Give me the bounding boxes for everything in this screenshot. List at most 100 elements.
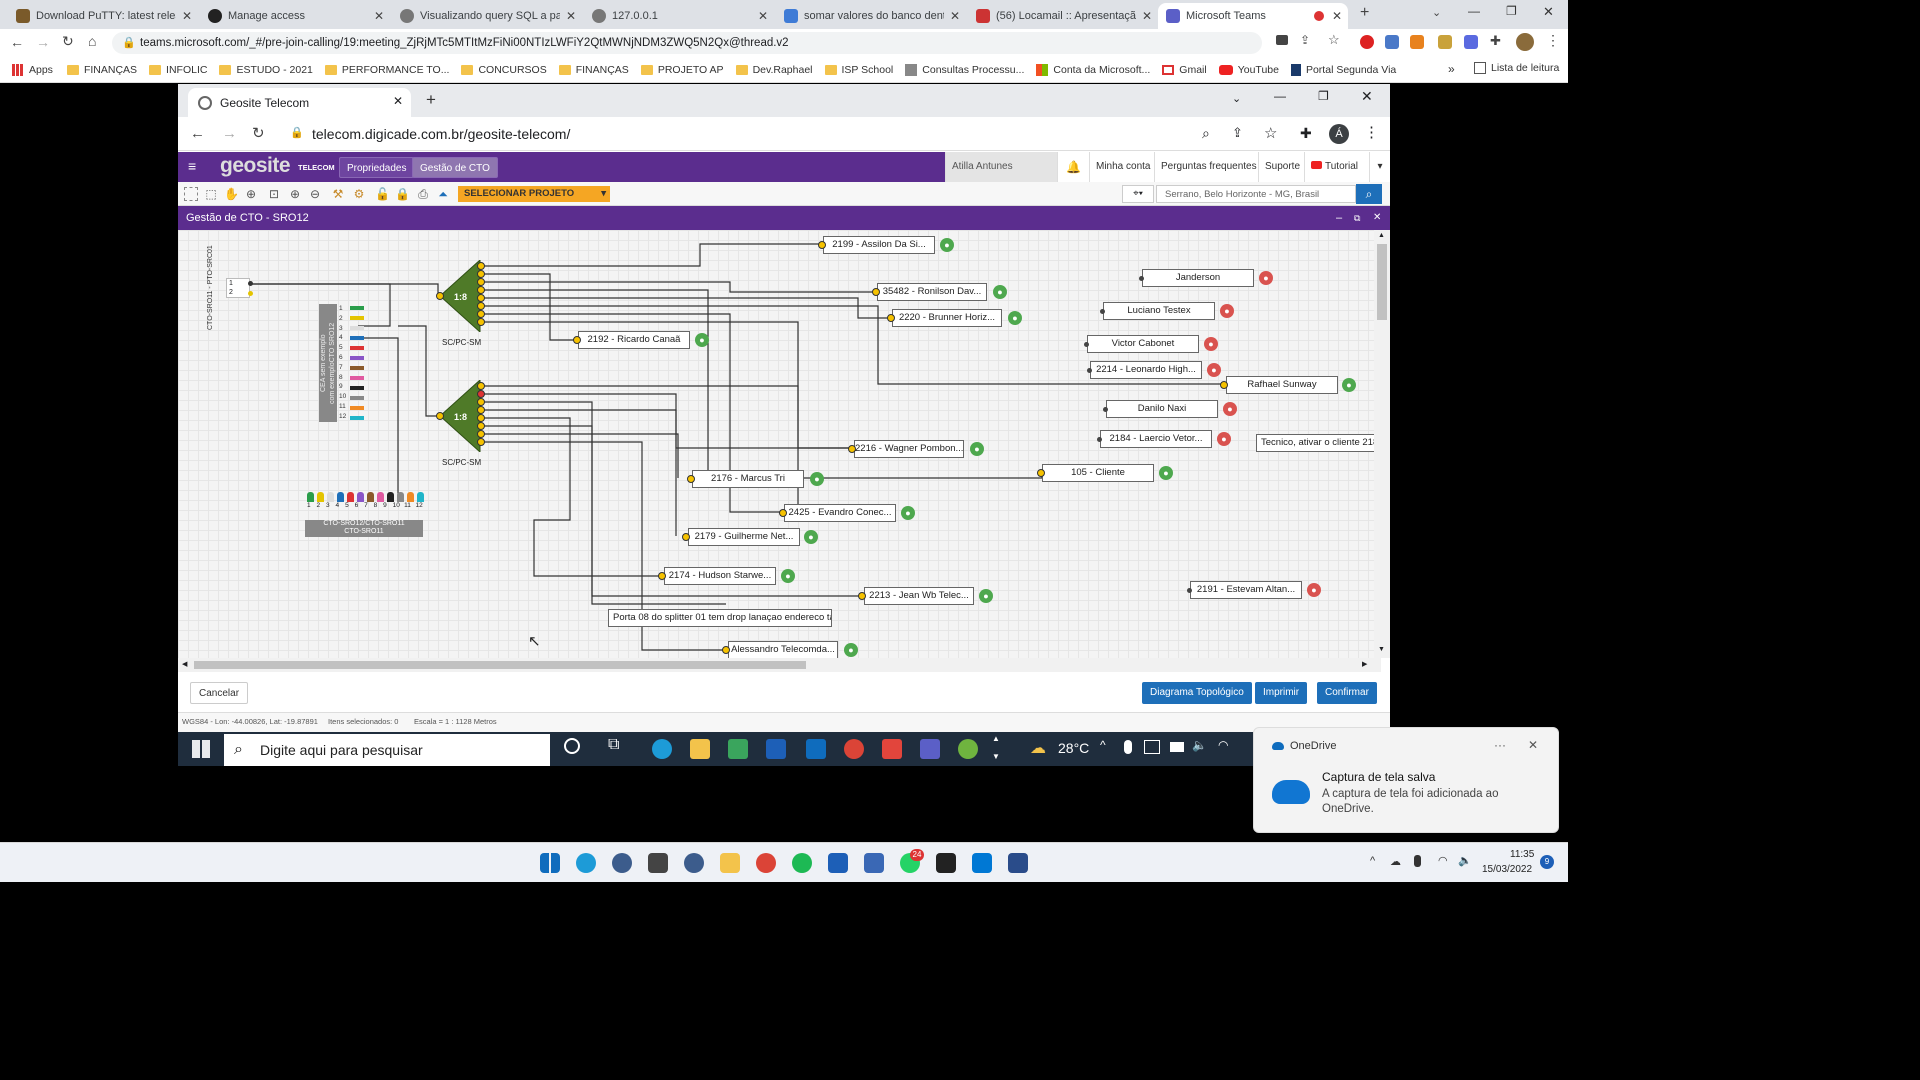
bookmark-folder[interactable]: CONCURSOS [461,64,547,76]
cortana-icon[interactable] [564,738,580,754]
minimize-icon[interactable]: — [1468,4,1480,18]
home-icon[interactable]: ⌂ [88,33,96,49]
outer-tab-teams[interactable]: Microsoft Teams ✕ [1158,3,1348,29]
client-node[interactable]: 2425 - Evandro Conec... [784,504,896,522]
client-port[interactable] [687,475,695,483]
restore-icon[interactable]: ❐ [1318,89,1329,103]
client-node[interactable]: 35482 - Ronilson Dav... [877,283,987,301]
client-port[interactable] [722,646,730,654]
bookmark-folder[interactable]: Dev.Raphael [735,64,813,76]
client-node[interactable]: 2192 - Ricardo Canaã [578,331,690,349]
user-name[interactable]: Atilla Antunes Machado [945,152,1057,202]
terminal-icon[interactable] [936,853,956,873]
remote-desktop-icon[interactable] [864,853,884,873]
select-project-dropdown[interactable]: SELECIONAR PROJETO ▾ [458,186,610,202]
bookmark-folder[interactable]: FINANÇAS [66,64,137,76]
bookmark-folder[interactable]: ISP School [824,64,893,76]
client-port[interactable] [1187,588,1192,593]
scroll-right-icon[interactable]: ▶ [1362,660,1367,668]
comment-note[interactable]: Tecnico, ativar o cliente 2185 [1256,434,1376,452]
volume-icon[interactable]: 🔈 [1192,738,1207,752]
client-port[interactable] [1103,407,1108,412]
app-icon[interactable] [684,853,704,873]
splitter-port[interactable] [477,270,485,278]
camera-icon[interactable] [1276,35,1288,45]
more-icon[interactable]: ··· [1494,738,1506,752]
splitter-port[interactable] [477,262,485,270]
chrome-icon[interactable] [756,853,776,873]
client-port[interactable] [1097,437,1102,442]
scroll-down-icon[interactable]: ▼ [992,752,1000,761]
splitter-port[interactable] [477,422,485,430]
horizontal-scrollbar[interactable]: ◀ ▶ [178,658,1381,672]
client-port[interactable] [1084,342,1089,347]
onedrive-toast[interactable]: OneDrive ··· ✕ Captura de tela salva A c… [1253,727,1559,833]
more-bookmarks-icon[interactable]: » [1448,62,1455,76]
client-node[interactable]: 2176 - Marcus Tri [692,470,804,488]
close-icon[interactable]: ✕ [1332,9,1342,23]
app-icon[interactable] [648,853,668,873]
confirm-button[interactable]: Confirmar [1317,682,1377,704]
print-icon[interactable]: ⎙ [416,187,430,201]
puzzle-icon[interactable]: ✚ [1490,33,1501,49]
client-port[interactable] [658,572,666,580]
lock-icon[interactable]: 🔒 [395,187,410,201]
client-port[interactable] [1037,469,1045,477]
app-icon[interactable] [728,739,748,759]
bookmark-link[interactable]: Consultas Processu... [905,63,1024,76]
bookmark-folder[interactable]: INFOLIC [149,64,207,76]
bookmark-link[interactable]: Portal Segunda Via [1290,63,1396,76]
splitter-port[interactable] [477,318,485,326]
bookmark-folder[interactable]: ESTUDO - 2021 [219,64,313,76]
splitter-port[interactable] [477,390,485,398]
fit-extent-icon[interactable]: ⊡ [267,187,281,201]
tab-search-icon[interactable]: ⌄ [1432,6,1441,19]
client-node[interactable]: 2174 - Hudson Starwe... [664,567,776,585]
hand-icon[interactable]: ✋ [224,187,239,201]
clock-time[interactable]: 11:35 [1510,849,1534,860]
scroll-thumb[interactable] [1377,244,1387,320]
splitter-port[interactable] [477,302,485,310]
splitter-port[interactable] [477,398,485,406]
file-explorer-icon[interactable] [690,739,710,759]
outer-tab-stackoverflow[interactable]: somar valores do banco dentro ✕ [776,3,966,29]
lock-open-icon[interactable]: 🔓 [375,187,390,201]
faq-link[interactable]: Perguntas frequentes [1154,152,1263,182]
edge-icon[interactable] [576,853,596,873]
client-port[interactable] [682,533,690,541]
splitter-port[interactable] [477,438,485,446]
share-icon[interactable]: ⇪ [1300,33,1310,47]
client-port[interactable] [1139,276,1144,281]
extension-icon[interactable] [1438,35,1452,49]
client-port[interactable] [872,288,880,296]
app-icon[interactable] [612,853,632,873]
close-icon[interactable]: ✕ [1373,206,1381,230]
cea-fiber-ports[interactable]: 1 2 3 4 5 6 7 8 9 10 11 12 [338,304,364,422]
inner-tab-geosite[interactable]: Geosite Telecom ✕ [188,88,411,117]
extension-metamask-icon[interactable] [1410,35,1424,49]
wifi-icon[interactable]: ◠ [1438,854,1448,867]
client-node[interactable]: Danilo Naxi [1106,400,1218,418]
cto-ports-row[interactable]: 1 2 3 4 5 6 7 8 9 10 11 12 [305,492,425,514]
task-view-icon[interactable]: ⧉ [608,736,619,754]
tab-search-icon[interactable]: ⌄ [1232,92,1241,105]
my-account-link[interactable]: Minha conta [1089,152,1157,182]
support-link[interactable]: Suporte [1258,152,1307,182]
client-node[interactable]: Rafhael Sunway [1226,376,1338,394]
close-icon[interactable]: ✕ [1142,9,1152,23]
close-icon[interactable]: ✕ [182,9,192,23]
close-icon[interactable]: ✕ [566,9,576,23]
bookmark-folder[interactable]: PERFORMANCE TO... [324,64,449,76]
client-port[interactable] [887,314,895,322]
client-port[interactable] [848,445,856,453]
outlook-icon[interactable] [806,739,826,759]
spotify-icon[interactable] [792,853,812,873]
properties-button[interactable]: Propriedades [339,157,415,178]
cancel-button[interactable]: Cancelar [190,682,249,704]
extension-icon[interactable] [1464,35,1478,49]
client-node[interactable]: 2213 - Jean Wb Telec... [864,587,974,605]
zoom-in-icon[interactable]: ⊕ [288,187,302,201]
client-node[interactable]: 2191 - Estevam Altan... [1190,581,1302,599]
clock-date[interactable]: 15/03/2022 [1482,864,1532,875]
onedrive-icon[interactable]: ☁ [1390,855,1401,868]
